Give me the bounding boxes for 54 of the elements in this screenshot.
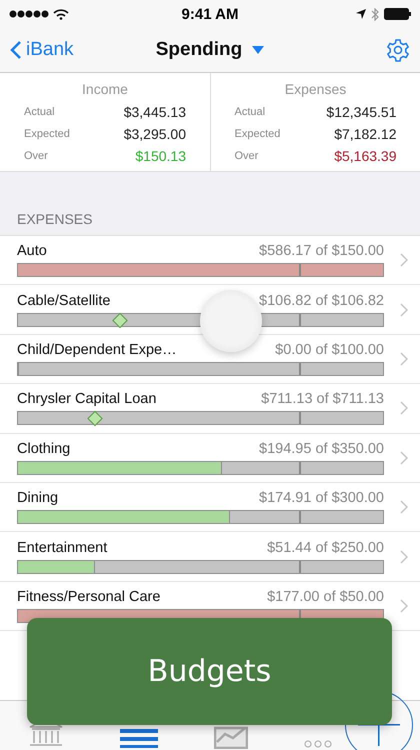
budget-amount: $177.00 of $50.00 — [267, 588, 384, 605]
summary-title: Expenses — [284, 81, 346, 97]
signal-icon — [8, 8, 70, 20]
budget-row[interactable]: Clothing $194.95 of $350.00 — [0, 434, 420, 483]
bluetooth-icon — [371, 8, 379, 20]
summary-label: Expected — [234, 128, 282, 140]
budget-amount: $586.17 of $150.00 — [259, 243, 384, 260]
back-icon — [10, 40, 22, 60]
status-time: 9:41 AM — [182, 6, 238, 22]
chevron-icon — [400, 302, 408, 317]
back-button[interactable]: iBank — [10, 39, 74, 61]
screen-title[interactable]: Spending — [156, 39, 242, 61]
summary-title: Income — [82, 81, 128, 97]
budget-name: Chrysler Capital Loan — [17, 391, 156, 408]
budget-name: Dining — [17, 490, 58, 506]
section-header: EXPENSES — [17, 211, 92, 227]
more-icon — [302, 739, 332, 749]
summary-value: $5,163.39 — [333, 148, 396, 164]
chevron-icon — [400, 253, 408, 268]
summary-value: $150.13 — [134, 148, 186, 164]
budget-name: Clothing — [17, 440, 70, 457]
summary-value: $3,445.13 — [122, 104, 186, 120]
dropdown-icon[interactable] — [252, 46, 264, 54]
summary-value: $3,295.00 — [122, 126, 186, 142]
budget-amount: $194.95 of $350.00 — [259, 440, 384, 457]
chevron-icon — [400, 550, 408, 564]
summary-value: $7,182.12 — [333, 126, 396, 142]
budget-amount: $174.91 of $300.00 — [259, 490, 384, 506]
summary-label: Expected — [24, 128, 71, 140]
location-icon — [356, 9, 366, 19]
battery-icon — [384, 8, 412, 20]
budget-name: Fitness/Personal Care — [17, 588, 160, 605]
budget-name: Cable/Satellite — [17, 292, 110, 309]
chevron-icon — [400, 352, 408, 366]
caption-text: Budgets — [148, 654, 272, 689]
budget-name: Child/Dependent Expe… — [17, 342, 177, 358]
budget-name: Entertainment — [17, 540, 108, 556]
budget-name: Auto — [17, 243, 47, 260]
chevron-icon — [400, 450, 408, 465]
budget-amount: $51.44 of $250.00 — [267, 540, 384, 556]
chevron-icon — [400, 401, 408, 416]
chevron-icon — [400, 500, 408, 514]
summary-value: $12,345.51 — [325, 104, 396, 120]
budget-amount: $0.00 of $100.00 — [275, 342, 384, 358]
chevron-icon — [400, 598, 408, 613]
settings-icon[interactable] — [386, 38, 410, 62]
summary-label: Over — [234, 150, 260, 162]
budget-amount: $711.13 of $711.13 — [261, 391, 384, 408]
chart-icon — [214, 725, 248, 749]
summary-label: Over — [24, 150, 49, 162]
budget-amount: $106.82 of $106.82 — [259, 292, 384, 309]
tab[interactable] — [214, 725, 248, 749]
summary-label: Actual — [24, 106, 56, 118]
summary-label: Actual — [234, 106, 266, 118]
